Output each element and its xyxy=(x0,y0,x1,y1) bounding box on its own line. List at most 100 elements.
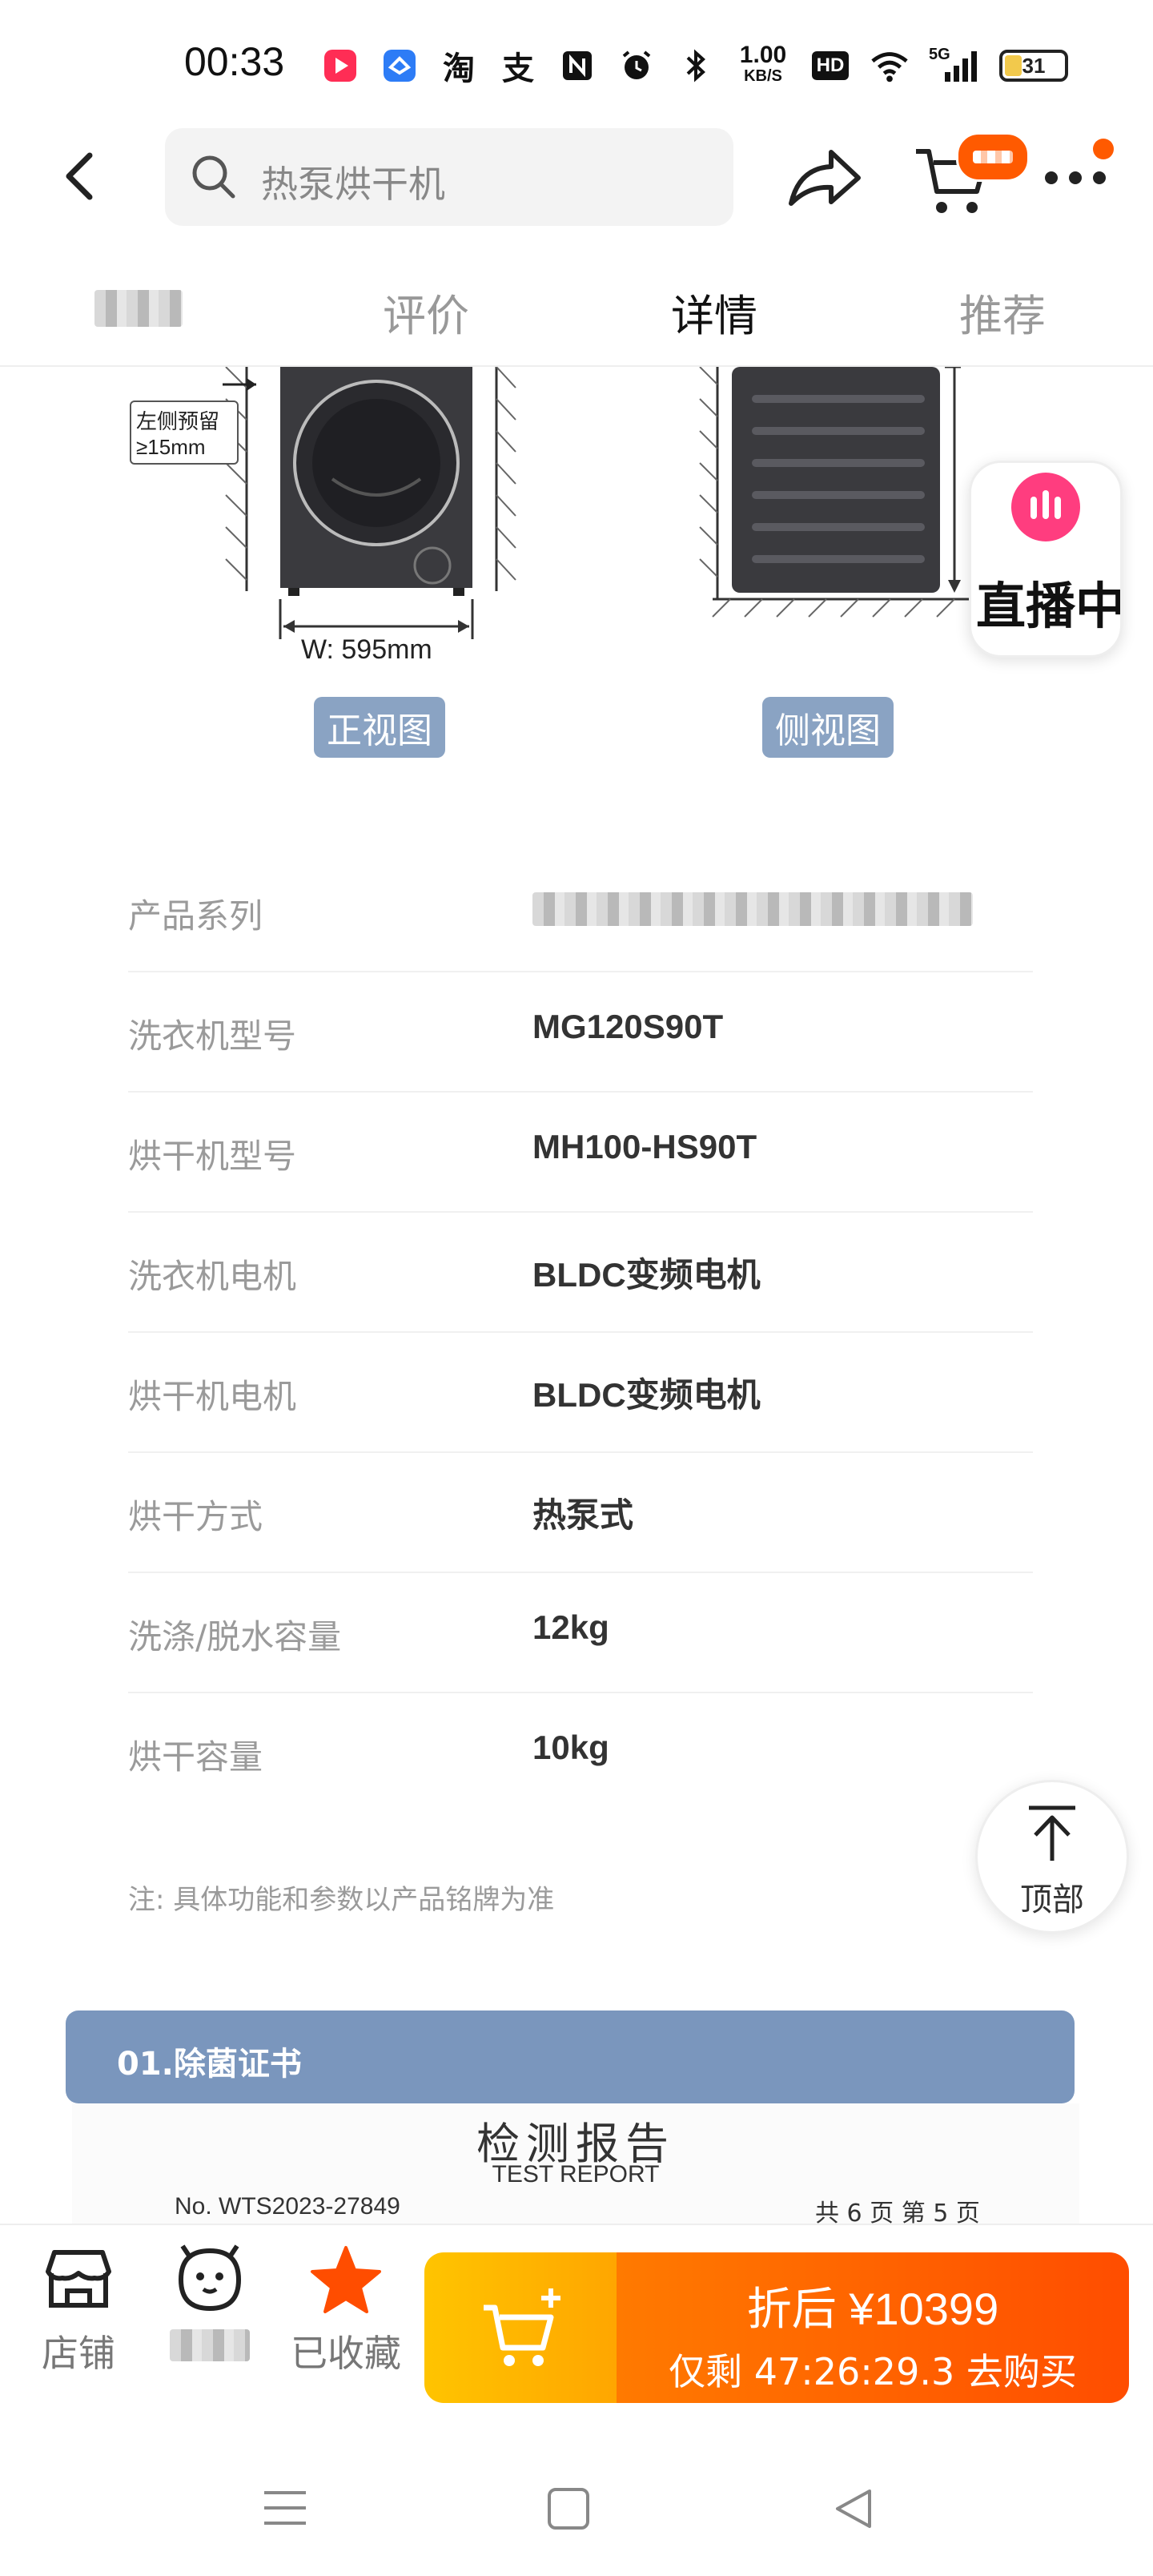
left-clearance-value: ≥15mm xyxy=(136,435,206,459)
spec-row: 洗衣机电机 BLDC变频电机 xyxy=(128,1211,1033,1333)
certificate-section-header: 01.除菌证书 xyxy=(66,2010,1075,2103)
side-view-illustration xyxy=(699,367,969,618)
back-button[interactable] xyxy=(50,144,114,208)
report-number: No. WTS2023-27849 xyxy=(175,2193,400,2220)
battery-icon: 31 xyxy=(999,50,1068,82)
cart-badge-blurred xyxy=(973,151,1013,163)
service-mascot-icon xyxy=(178,2244,242,2312)
spec-label: 洗涤/脱水容量 xyxy=(128,1617,342,1656)
share-button[interactable] xyxy=(785,144,865,216)
signal-label: 5G xyxy=(929,46,950,63)
taobao-icon: 淘 xyxy=(443,50,475,87)
spec-value-blurred xyxy=(532,892,973,926)
more-icon xyxy=(1045,139,1114,184)
tab-details[interactable]: 详情 xyxy=(671,280,757,344)
spec-value: BLDC变频电机 xyxy=(532,1376,761,1414)
hd-label: HD xyxy=(811,51,850,80)
spec-label: 洗衣机型号 xyxy=(128,1016,297,1056)
report-title-en: TEST REPORT xyxy=(492,2161,660,2188)
arrow-up-icon xyxy=(1029,1805,1075,1861)
add-cart-icon xyxy=(484,2288,560,2366)
alarm-icon xyxy=(617,46,657,86)
wifi-icon xyxy=(870,46,910,86)
purchase-buttons: 折后 ¥10399 仅剩 47:26:29.3 去购买 xyxy=(424,2252,1129,2403)
live-label: 直播中 xyxy=(976,577,1123,635)
spec-note: 注: 具体功能和参数以产品铭牌为准 xyxy=(128,1884,555,1916)
video-app-icon xyxy=(320,46,360,86)
favorite-button[interactable]: 已收藏 xyxy=(282,2241,410,2377)
net-speed-unit: KB/S xyxy=(744,67,782,85)
store-icon xyxy=(46,2250,111,2308)
spec-label: 烘干方式 xyxy=(128,1497,263,1536)
star-icon xyxy=(311,2246,381,2313)
back-nav-icon[interactable] xyxy=(830,2485,878,2533)
certificate-document: 检测报告 TEST REPORT No. WTS2023-27849 共 6 页… xyxy=(72,2103,1079,2228)
share-icon xyxy=(789,150,861,206)
side-view-badge: 侧视图 xyxy=(762,697,894,758)
bluetooth-icon xyxy=(676,46,716,86)
live-stream-float[interactable]: 直播中 xyxy=(969,461,1123,658)
more-button[interactable] xyxy=(1037,136,1125,208)
status-bar: 00:33 淘 支 1.00 KB/S HD 5G 31 xyxy=(0,0,1153,120)
spec-row: 烘干机型号 MH100-HS90T xyxy=(128,1091,1033,1213)
spec-label: 烘干容量 xyxy=(128,1737,263,1777)
tab-recommend[interactable]: 推荐 xyxy=(959,280,1046,344)
menu-nav-icon[interactable] xyxy=(261,2488,309,2528)
spec-label: 烘干机型号 xyxy=(128,1137,297,1176)
search-input[interactable]: 热泵烘干机 xyxy=(261,155,445,208)
home-nav-icon[interactable] xyxy=(544,2485,593,2533)
nfc-icon xyxy=(557,46,597,86)
spec-value: 12kg xyxy=(532,1608,609,1646)
buy-now-button[interactable]: 折后 ¥10399 仅剩 47:26:29.3 去购买 xyxy=(617,2252,1129,2403)
status-time: 00:33 xyxy=(184,39,285,84)
search-icon xyxy=(192,155,235,199)
spec-label: 烘干机电机 xyxy=(128,1377,297,1416)
spec-row: 烘干容量 10kg xyxy=(128,1692,1033,1812)
spec-label: 产品系列 xyxy=(128,896,263,936)
left-clearance-text: 左侧预留 xyxy=(136,409,220,433)
spec-label: 洗衣机电机 xyxy=(128,1257,297,1296)
spec-value: MG120S90T xyxy=(532,1008,724,1045)
net-speed: 1.00 KB/S xyxy=(735,42,791,86)
net-speed-value: 1.00 xyxy=(739,42,787,68)
status-icons: 淘 支 1.00 KB/S HD 5G 31 xyxy=(320,42,1068,90)
add-to-cart-button[interactable] xyxy=(424,2252,617,2403)
back-to-top-button[interactable]: 顶部 xyxy=(975,1780,1129,1934)
hd-icon: HD xyxy=(810,46,850,86)
spec-value: 10kg xyxy=(532,1729,609,1766)
spec-value: BLDC变频电机 xyxy=(532,1256,761,1294)
spec-row: 烘干机电机 BLDC变频电机 xyxy=(128,1331,1033,1453)
spec-row: 洗涤/脱水容量 12kg xyxy=(128,1572,1033,1693)
tab-product[interactable] xyxy=(94,290,183,327)
back-icon xyxy=(66,152,93,200)
service-label-blurred xyxy=(170,2329,250,2361)
tab-product-blurred xyxy=(94,290,183,327)
store-button[interactable]: 店铺 xyxy=(22,2241,135,2377)
spec-row: 烘干方式 热泵式 xyxy=(128,1451,1033,1573)
certificate-section-title: 01.除菌证书 xyxy=(117,2046,302,2083)
bottom-action-bar: 店铺 已收藏 折后 ¥10399 仅剩 47:26:29.3 去购买 xyxy=(0,2224,1153,2433)
tab-reviews[interactable]: 评价 xyxy=(383,280,469,344)
spec-value: MH100-HS90T xyxy=(532,1128,757,1165)
cart-badge xyxy=(956,132,1030,182)
system-nav-bar xyxy=(0,2432,1153,2576)
discount-price: 折后 ¥10399 xyxy=(746,2284,999,2334)
spec-row: 洗衣机型号 MG120S90T xyxy=(128,971,1033,1093)
signal-icon: 5G xyxy=(929,46,980,86)
cart-button[interactable] xyxy=(913,132,1030,220)
live-icon xyxy=(1011,473,1080,541)
detail-tabs: 评价 详情 推荐 xyxy=(0,248,1153,367)
battery-level: 31 xyxy=(1022,54,1046,78)
spec-value: 热泵式 xyxy=(532,1496,634,1534)
width-dimension-label: W: 595mm xyxy=(301,634,432,665)
spec-row: 产品系列 xyxy=(128,851,1033,972)
search-bar[interactable]: 热泵烘干机 xyxy=(165,128,733,226)
front-view-badge: 正视图 xyxy=(314,697,445,758)
left-clearance-label: 左侧预留 ≥15mm xyxy=(130,400,239,465)
store-label: 店铺 xyxy=(42,2332,115,2375)
alipay-icon: 支 xyxy=(502,50,534,87)
countdown-text: 仅剩 47:26:29.3 去购买 xyxy=(669,2350,1077,2393)
back-to-top-label: 顶部 xyxy=(1020,1882,1084,1918)
spec-table: 产品系列 洗衣机型号 MG120S90T 烘干机型号 MH100-HS90T 洗… xyxy=(0,851,1153,1836)
service-button[interactable] xyxy=(154,2241,266,2361)
